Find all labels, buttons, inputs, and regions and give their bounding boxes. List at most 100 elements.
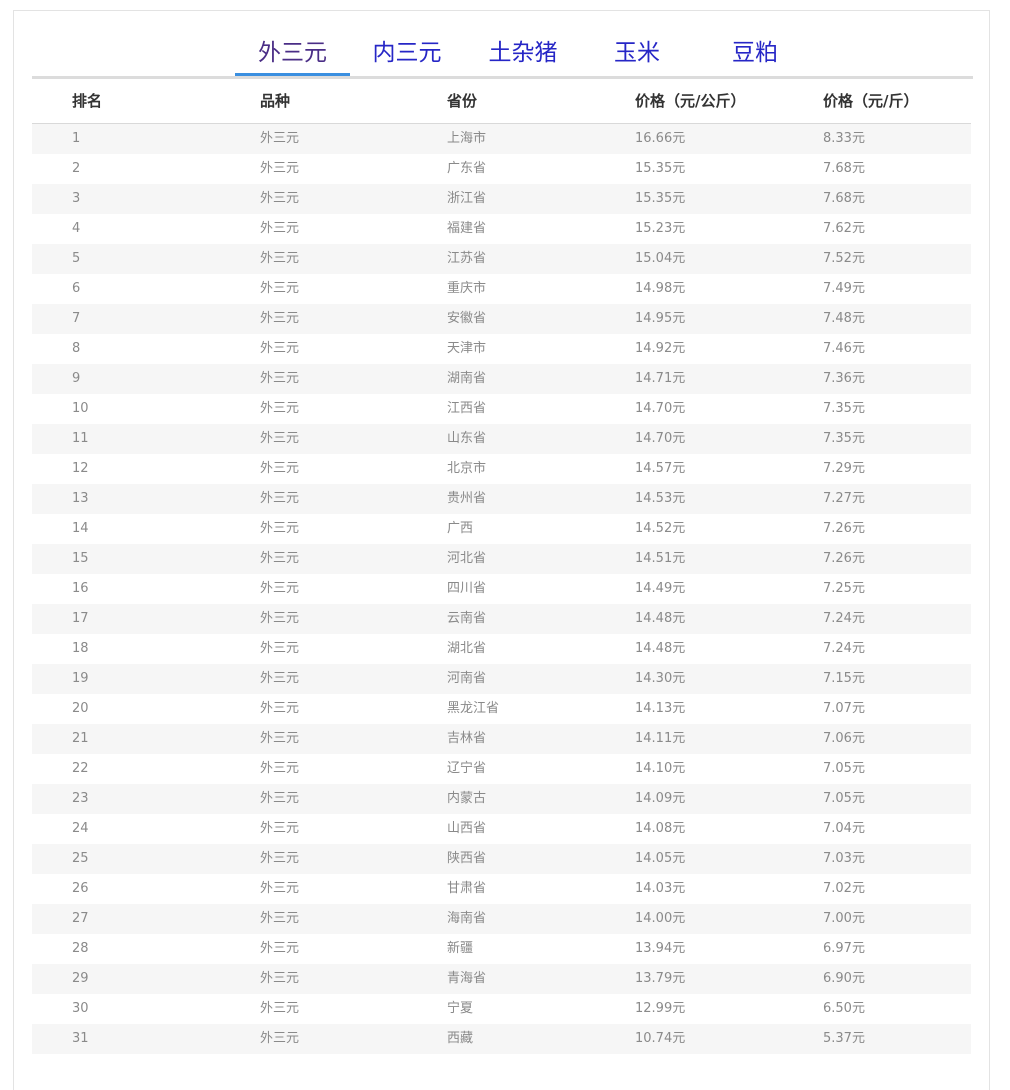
header-price-kg: 价格（元/公斤） — [635, 92, 746, 110]
variety-cell: 外三元 — [260, 131, 300, 146]
province-cell: 黑龙江省 — [447, 701, 500, 716]
variety-cell: 外三元 — [260, 371, 300, 386]
price-kg-cell: 14.03元 — [635, 881, 686, 896]
price-jin-cell: 8.33元 — [823, 131, 865, 146]
province-cell: 内蒙古 — [447, 791, 487, 806]
price-kg-cell: 14.08元 — [635, 821, 686, 836]
header-province: 省份 — [447, 92, 478, 110]
price-jin-cell: 7.26元 — [823, 551, 865, 566]
province-cell: 四川省 — [447, 581, 487, 596]
province-cell: 云南省 — [447, 611, 487, 626]
rank-cell: 14 — [72, 521, 89, 536]
table-row: 22 外三元 辽宁省 14.10元 7.05元 — [32, 754, 971, 784]
price-kg-cell: 14.70元 — [635, 431, 686, 446]
tab-tu-za-zhu[interactable]: 土杂猪 — [475, 30, 571, 76]
variety-cell: 外三元 — [260, 851, 300, 866]
variety-cell: 外三元 — [260, 671, 300, 686]
rank-cell: 30 — [72, 1001, 89, 1016]
tab-nei-san-yuan[interactable]: 内三元 — [362, 30, 452, 76]
price-jin-cell: 7.29元 — [823, 461, 865, 476]
table-row: 30 外三元 宁夏 12.99元 6.50元 — [32, 994, 971, 1024]
variety-cell: 外三元 — [260, 581, 300, 596]
price-jin-cell: 7.36元 — [823, 371, 865, 386]
province-cell: 新疆 — [447, 941, 474, 956]
price-kg-cell: 10.74元 — [635, 1031, 686, 1046]
province-cell: 海南省 — [447, 911, 487, 926]
price-kg-cell: 13.94元 — [635, 941, 686, 956]
price-kg-cell: 14.13元 — [635, 701, 686, 716]
tab-dou-po[interactable]: 豆粕 — [722, 30, 788, 76]
table-row: 28 外三元 新疆 13.94元 6.97元 — [32, 934, 971, 964]
table-row: 4 外三元 福建省 15.23元 7.62元 — [32, 214, 971, 244]
price-kg-cell: 14.09元 — [635, 791, 686, 806]
province-cell: 吉林省 — [447, 731, 487, 746]
variety-cell: 外三元 — [260, 251, 300, 266]
variety-cell: 外三元 — [260, 911, 300, 926]
table-row: 17 外三元 云南省 14.48元 7.24元 — [32, 604, 971, 634]
variety-cell: 外三元 — [260, 551, 300, 566]
price-kg-cell: 14.00元 — [635, 911, 686, 926]
price-jin-cell: 6.90元 — [823, 971, 865, 986]
province-cell: 河北省 — [447, 551, 487, 566]
variety-cell: 外三元 — [260, 221, 300, 236]
price-kg-cell: 14.51元 — [635, 551, 686, 566]
province-cell: 河南省 — [447, 671, 487, 686]
variety-cell: 外三元 — [260, 761, 300, 776]
rank-cell: 12 — [72, 461, 89, 476]
table-row: 24 外三元 山西省 14.08元 7.04元 — [32, 814, 971, 844]
variety-cell: 外三元 — [260, 941, 300, 956]
table-row: 25 外三元 陕西省 14.05元 7.03元 — [32, 844, 971, 874]
table-row: 13 外三元 贵州省 14.53元 7.27元 — [32, 484, 971, 514]
price-jin-cell: 7.35元 — [823, 431, 865, 446]
rank-cell: 7 — [72, 311, 81, 326]
table-row: 3 外三元 浙江省 15.35元 7.68元 — [32, 184, 971, 214]
price-kg-cell: 14.92元 — [635, 341, 686, 356]
price-jin-cell: 6.50元 — [823, 1001, 865, 1016]
price-jin-cell: 7.24元 — [823, 611, 865, 626]
rank-cell: 21 — [72, 731, 89, 746]
table-row: 19 外三元 河南省 14.30元 7.15元 — [32, 664, 971, 694]
price-kg-cell: 14.30元 — [635, 671, 686, 686]
rank-cell: 1 — [72, 131, 81, 146]
rank-cell: 31 — [72, 1031, 89, 1046]
price-kg-cell: 13.79元 — [635, 971, 686, 986]
variety-cell: 外三元 — [260, 191, 300, 206]
rank-cell: 27 — [72, 911, 89, 926]
price-jin-cell: 7.24元 — [823, 641, 865, 656]
price-kg-cell: 14.57元 — [635, 461, 686, 476]
variety-cell: 外三元 — [260, 821, 300, 836]
price-kg-cell: 14.48元 — [635, 641, 686, 656]
price-jin-cell: 7.49元 — [823, 281, 865, 296]
table-row: 7 外三元 安徽省 14.95元 7.48元 — [32, 304, 971, 334]
table-row: 21 外三元 吉林省 14.11元 7.06元 — [32, 724, 971, 754]
variety-cell: 外三元 — [260, 641, 300, 656]
variety-cell: 外三元 — [260, 1031, 300, 1046]
rank-cell: 10 — [72, 401, 89, 416]
rank-cell: 3 — [72, 191, 81, 206]
table-row: 20 外三元 黑龙江省 14.13元 7.07元 — [32, 694, 971, 724]
province-cell: 西藏 — [447, 1031, 474, 1046]
rank-cell: 23 — [72, 791, 89, 806]
variety-cell: 外三元 — [260, 521, 300, 536]
province-cell: 江西省 — [447, 401, 487, 416]
price-kg-cell: 14.49元 — [635, 581, 686, 596]
variety-cell: 外三元 — [260, 281, 300, 296]
tab-yu-mi[interactable]: 玉米 — [604, 30, 670, 76]
price-jin-cell: 7.68元 — [823, 161, 865, 176]
table-row: 14 外三元 广西 14.52元 7.26元 — [32, 514, 971, 544]
table-row: 1 外三元 上海市 16.66元 8.33元 — [32, 124, 971, 154]
province-cell: 宁夏 — [447, 1001, 474, 1016]
rank-cell: 28 — [72, 941, 89, 956]
variety-cell: 外三元 — [260, 881, 300, 896]
rank-cell: 15 — [72, 551, 89, 566]
header-price-jin: 价格（元/斤） — [823, 92, 919, 110]
price-kg-cell: 15.04元 — [635, 251, 686, 266]
tab-wai-san-yuan[interactable]: 外三元 — [235, 30, 350, 76]
table-row: 8 外三元 天津市 14.92元 7.46元 — [32, 334, 971, 364]
price-kg-cell: 14.48元 — [635, 611, 686, 626]
rank-cell: 5 — [72, 251, 81, 266]
price-jin-cell: 5.37元 — [823, 1031, 865, 1046]
price-jin-cell: 7.03元 — [823, 851, 865, 866]
table-row: 23 外三元 内蒙古 14.09元 7.05元 — [32, 784, 971, 814]
price-jin-cell: 7.26元 — [823, 521, 865, 536]
